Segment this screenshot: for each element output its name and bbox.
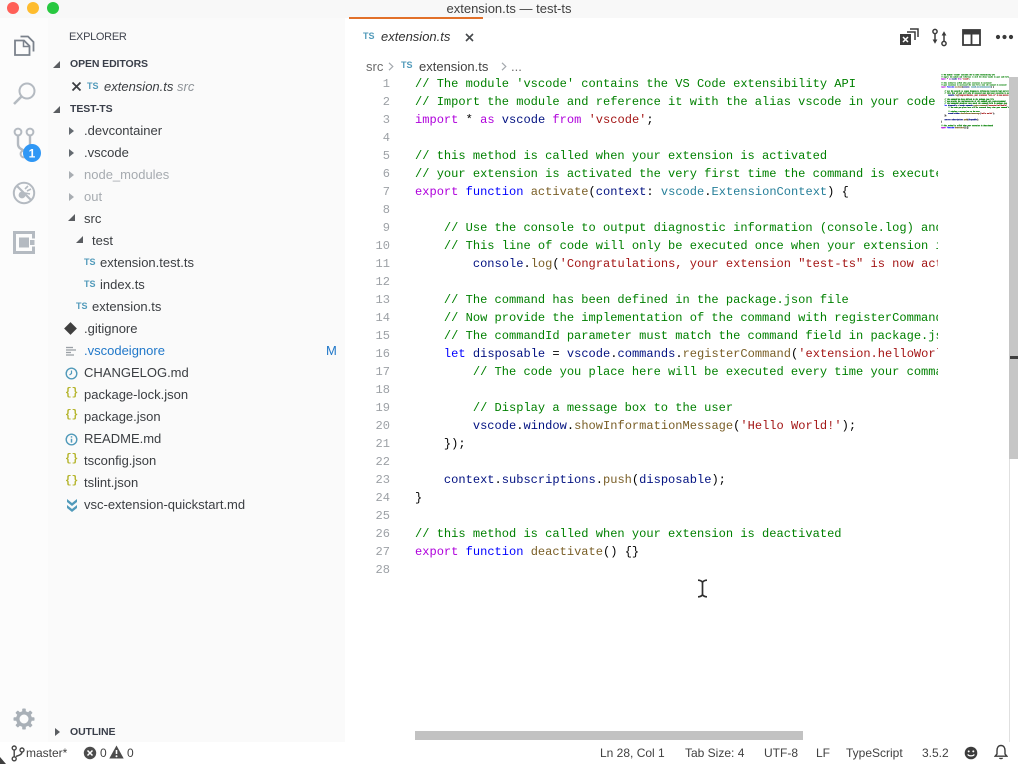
svg-text:1: 1	[29, 147, 36, 161]
